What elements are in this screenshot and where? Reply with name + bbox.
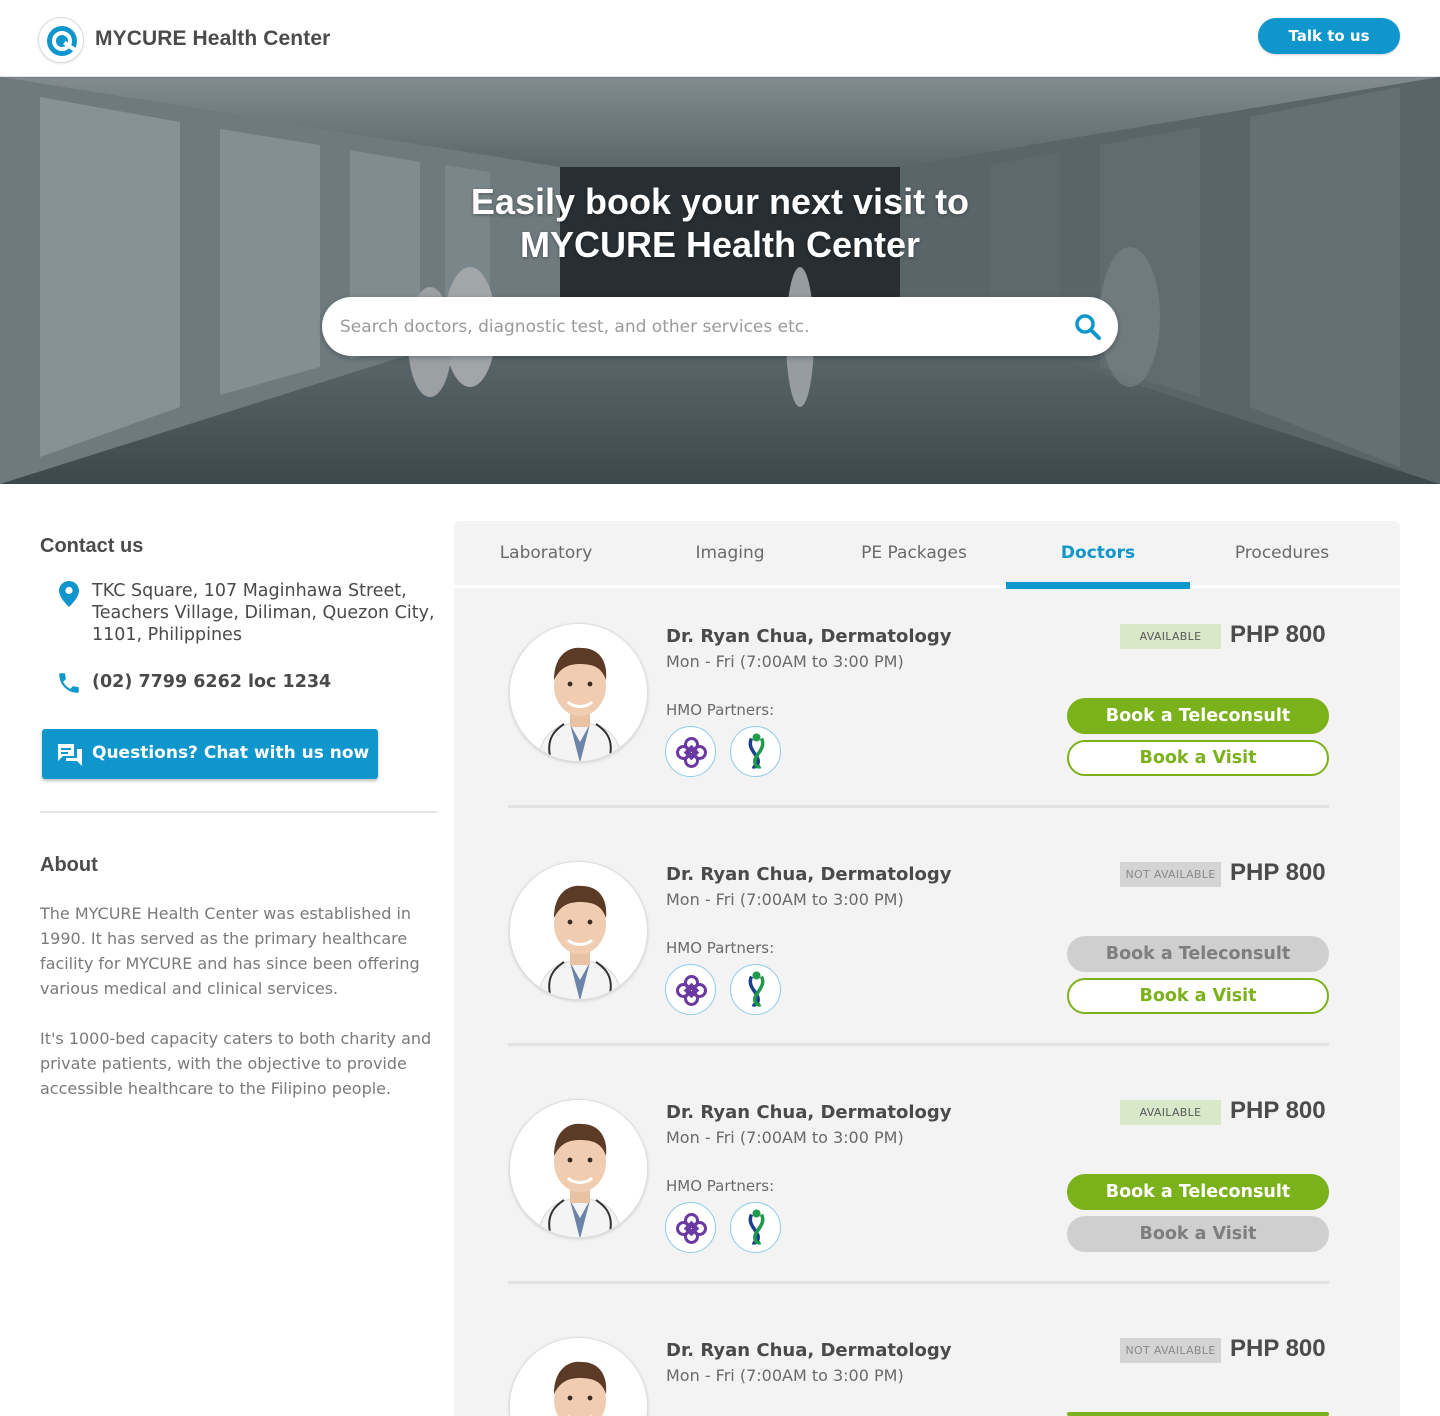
status-badge: AVAILABLE: [1120, 1100, 1221, 1125]
mycure-logo-icon[interactable]: [38, 17, 84, 63]
chat-with-us-button[interactable]: Questions? Chat with us now: [42, 729, 378, 779]
status-badge: NOT AVAILABLE: [1120, 1338, 1221, 1363]
address-line2: Teachers Village, Diliman, Quezon City,: [92, 603, 435, 623]
phone-icon: [59, 673, 79, 693]
hmo-partners-label: HMO Partners:: [666, 701, 775, 719]
consult-price: PHP 800: [1230, 621, 1326, 648]
phone-number[interactable]: (02) 7799 6262 loc 1234: [92, 672, 331, 692]
search-input[interactable]: [340, 307, 1040, 347]
about-paragraph-1: The MYCURE Health Center was established…: [40, 904, 420, 998]
doctor-schedule: Mon - Fri (7:00AM to 3:00 PM): [666, 652, 904, 671]
about-title: About: [40, 854, 98, 876]
talk-to-us-button[interactable]: Talk to us: [1258, 18, 1400, 54]
doctor-avatar[interactable]: [509, 623, 648, 762]
search-bar[interactable]: [322, 297, 1118, 356]
doctor-card: Dr. Ryan Chua, Dermatology Mon - Fri (7:…: [454, 521, 1400, 808]
address: TKC Square, 107 Maginhawa Street, Teache…: [92, 580, 452, 646]
doctor-card: Dr. Ryan Chua, Dermatology Mon - Fri (7:…: [454, 759, 1400, 1046]
doctor-avatar[interactable]: [509, 1337, 648, 1416]
doctor-schedule: Mon - Fri (7:00AM to 3:00 PM): [666, 1128, 904, 1147]
address-line3: 1101, Philippines: [92, 625, 242, 645]
hero-title: Easily book your next visit to MYCURE He…: [0, 180, 1440, 266]
brand-name[interactable]: MYCURE Health Center: [95, 27, 330, 51]
doctor-avatar[interactable]: [509, 1099, 648, 1238]
doctor-card: Dr. Ryan Chua, Dermatology Mon - Fri (7:…: [454, 1235, 1400, 1416]
about-paragraph-2: It's 1000-bed capacity caters to both ch…: [40, 1029, 432, 1098]
status-badge: AVAILABLE: [1120, 624, 1221, 649]
hero-title-line1: Easily book your next visit to: [470, 181, 970, 222]
consult-price: PHP 800: [1230, 1097, 1326, 1124]
book-teleconsult-button[interactable]: [1067, 1412, 1329, 1416]
chat-label: Questions? Chat with us now: [92, 743, 370, 763]
book-teleconsult-button[interactable]: Book a Teleconsult: [1067, 936, 1329, 972]
doctor-name[interactable]: Dr. Ryan Chua, Dermatology: [666, 1340, 952, 1361]
divider: [40, 811, 437, 813]
doctor-name[interactable]: Dr. Ryan Chua, Dermatology: [666, 1102, 952, 1123]
consult-price: PHP 800: [1230, 1335, 1326, 1362]
hero-banner: Easily book your next visit to MYCURE He…: [0, 77, 1440, 484]
doctor-schedule: Mon - Fri (7:00AM to 3:00 PM): [666, 1366, 904, 1385]
consult-price: PHP 800: [1230, 859, 1326, 886]
location-pin-icon: [59, 581, 79, 607]
chat-icon: [58, 744, 82, 766]
doctor-name[interactable]: Dr. Ryan Chua, Dermatology: [666, 864, 952, 885]
address-line1: TKC Square, 107 Maginhawa Street,: [92, 581, 407, 601]
doctor-avatar[interactable]: [509, 861, 648, 1000]
services-panel: Laboratory Imaging PE Packages Doctors P…: [454, 521, 1400, 1416]
doctor-name[interactable]: Dr. Ryan Chua, Dermatology: [666, 626, 952, 647]
contact-title: Contact us: [40, 535, 144, 557]
hmo-partners-label: HMO Partners:: [666, 939, 775, 957]
hmo-partners-label: HMO Partners:: [666, 1177, 775, 1195]
status-badge: NOT AVAILABLE: [1120, 862, 1221, 887]
doctor-card: Dr. Ryan Chua, Dermatology Mon - Fri (7:…: [454, 997, 1400, 1284]
book-teleconsult-button[interactable]: Book a Teleconsult: [1067, 698, 1329, 734]
hero-overlay: [0, 77, 1440, 484]
top-header: MYCURE Health Center Talk to us: [0, 0, 1440, 77]
doctor-schedule: Mon - Fri (7:00AM to 3:00 PM): [666, 890, 904, 909]
book-teleconsult-button[interactable]: Book a Teleconsult: [1067, 1174, 1329, 1210]
hero-title-line2: MYCURE Health Center: [519, 224, 921, 265]
search-icon[interactable]: [1074, 313, 1102, 341]
